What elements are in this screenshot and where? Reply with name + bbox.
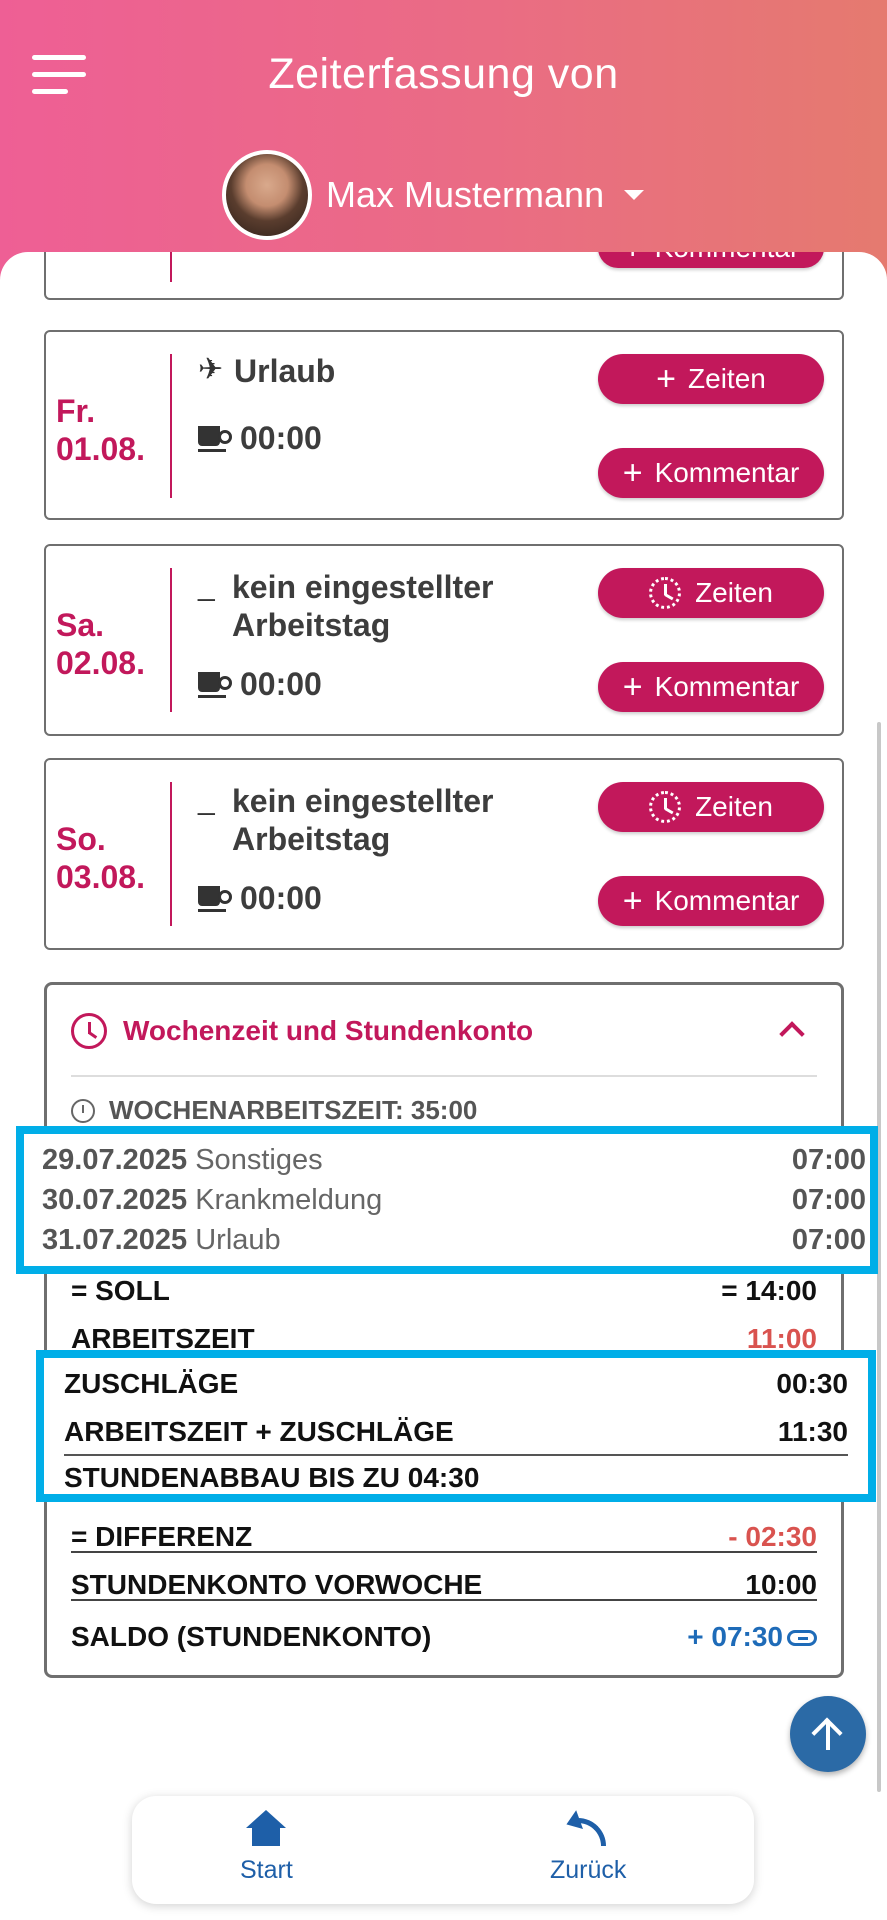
- vacation-plane-icon: ✈: [198, 353, 224, 386]
- add-times-button[interactable]: + Zeiten: [598, 354, 824, 404]
- list-item: 29.07.2025 Sonstiges 07:00: [42, 1144, 866, 1176]
- status-row: _ kein eingestellter Arbeitstag: [198, 783, 494, 857]
- week-summary-card: Wochenzeit und Stundenkonto WOCHENARBEIT…: [44, 982, 844, 1678]
- clock-icon: [71, 1098, 95, 1123]
- day-label: Sa. 02.08.: [56, 607, 145, 681]
- week-hours-row: WOCHENARBEITSZEIT: 35:00: [71, 1095, 477, 1126]
- day-card-partial: + Kommentar: [44, 252, 844, 300]
- day-divider: [170, 782, 172, 926]
- clock-icon: [649, 791, 682, 823]
- day-divider: [170, 568, 172, 712]
- plus-icon: +: [623, 252, 643, 265]
- zuschlaege-row: ZUSCHLÄGE 00:30: [64, 1368, 848, 1399]
- times-button[interactable]: Zeiten: [598, 782, 824, 832]
- dash-icon: _: [198, 569, 215, 602]
- list-item: 31.07.2025 Urlaub 07:00: [42, 1224, 866, 1256]
- saldo-row: SALDO (STUNDENKONTO) + 07:30: [71, 1621, 817, 1653]
- differenz-row: = DIFFERENZ - 02:30: [71, 1521, 817, 1552]
- summary-header[interactable]: Wochenzeit und Stundenkonto: [71, 1013, 533, 1049]
- coffee-icon: [198, 424, 232, 454]
- comment-button[interactable]: + Kommentar: [598, 252, 824, 268]
- user-name: Max Mustermann: [326, 174, 605, 215]
- coffee-icon: [198, 670, 232, 700]
- soll-row: = SOLL = 14:00: [71, 1275, 817, 1306]
- day-card-fr: Fr. 01.08. ✈ Urlaub 00:00 + Zeiten + Kom…: [44, 330, 844, 520]
- chevron-down-icon: [624, 190, 645, 200]
- avatar: [222, 150, 312, 240]
- home-icon: [246, 1810, 287, 1848]
- coffee-icon: [198, 884, 232, 914]
- az-plus-row: ARBEITSZEIT + ZUSCHLÄGE 11:30: [64, 1416, 848, 1447]
- pause-row: 00:00: [198, 420, 322, 457]
- clock-icon: [71, 1013, 107, 1049]
- abbau-row: STUNDENABBAU BIS ZU 04:30: [64, 1462, 480, 1493]
- divider: [71, 1551, 817, 1553]
- status-row: ✈ Urlaub: [198, 353, 336, 389]
- page-title: Zeiterfassung von: [268, 50, 619, 98]
- plus-icon: +: [622, 454, 643, 492]
- chevron-up-icon[interactable]: [779, 1021, 805, 1047]
- dash-icon: _: [198, 783, 215, 816]
- app-header: Zeiterfassung von Max Mustermann: [0, 0, 887, 290]
- pause-row: 00:00: [198, 666, 322, 703]
- undo-icon: [563, 1810, 610, 1848]
- absences-highlight: 29.07.2025 Sonstiges 07:00 30.07.2025 Kr…: [16, 1126, 878, 1274]
- day-card-so: So. 03.08. _ kein eingestellter Arbeitst…: [44, 758, 844, 950]
- plus-icon: +: [656, 360, 677, 398]
- comment-button[interactable]: + Kommentar: [598, 662, 824, 712]
- day-label: Fr. 01.08.: [56, 393, 145, 467]
- nav-back[interactable]: Zurück: [550, 1810, 626, 1885]
- plus-icon: +: [622, 668, 643, 706]
- day-card-sa: Sa. 02.08. _ kein eingestellter Arbeitst…: [44, 544, 844, 736]
- user-selector[interactable]: Max Mustermann: [222, 150, 645, 240]
- divider: [64, 1454, 848, 1456]
- divider: [71, 1599, 817, 1601]
- clock-icon: [649, 577, 682, 609]
- status-row: _ kein eingestellter Arbeitstag: [198, 569, 494, 643]
- day-divider: [170, 354, 172, 498]
- divider: [71, 1075, 817, 1077]
- vorwoche-row: STUNDENKONTO VORWOCHE 10:00: [71, 1569, 817, 1600]
- times-button[interactable]: Zeiten: [598, 568, 824, 618]
- arrow-up-icon: [810, 1716, 846, 1752]
- surcharges-highlight: ZUSCHLÄGE 00:30 ARBEITSZEIT + ZUSCHLÄGE …: [36, 1350, 876, 1502]
- scroll-top-button[interactable]: [790, 1696, 866, 1772]
- plus-icon: +: [622, 882, 643, 920]
- day-label: So. 03.08.: [56, 821, 145, 895]
- list-item: 30.07.2025 Krankmeldung 07:00: [42, 1184, 866, 1216]
- nav-start[interactable]: Start: [240, 1810, 293, 1885]
- pause-row: 00:00: [198, 880, 322, 917]
- day-divider: [170, 252, 172, 282]
- link-icon[interactable]: [787, 1630, 817, 1646]
- comment-button[interactable]: + Kommentar: [598, 448, 824, 498]
- comment-button[interactable]: + Kommentar: [598, 876, 824, 926]
- bottom-nav: Start Zurück: [132, 1796, 754, 1904]
